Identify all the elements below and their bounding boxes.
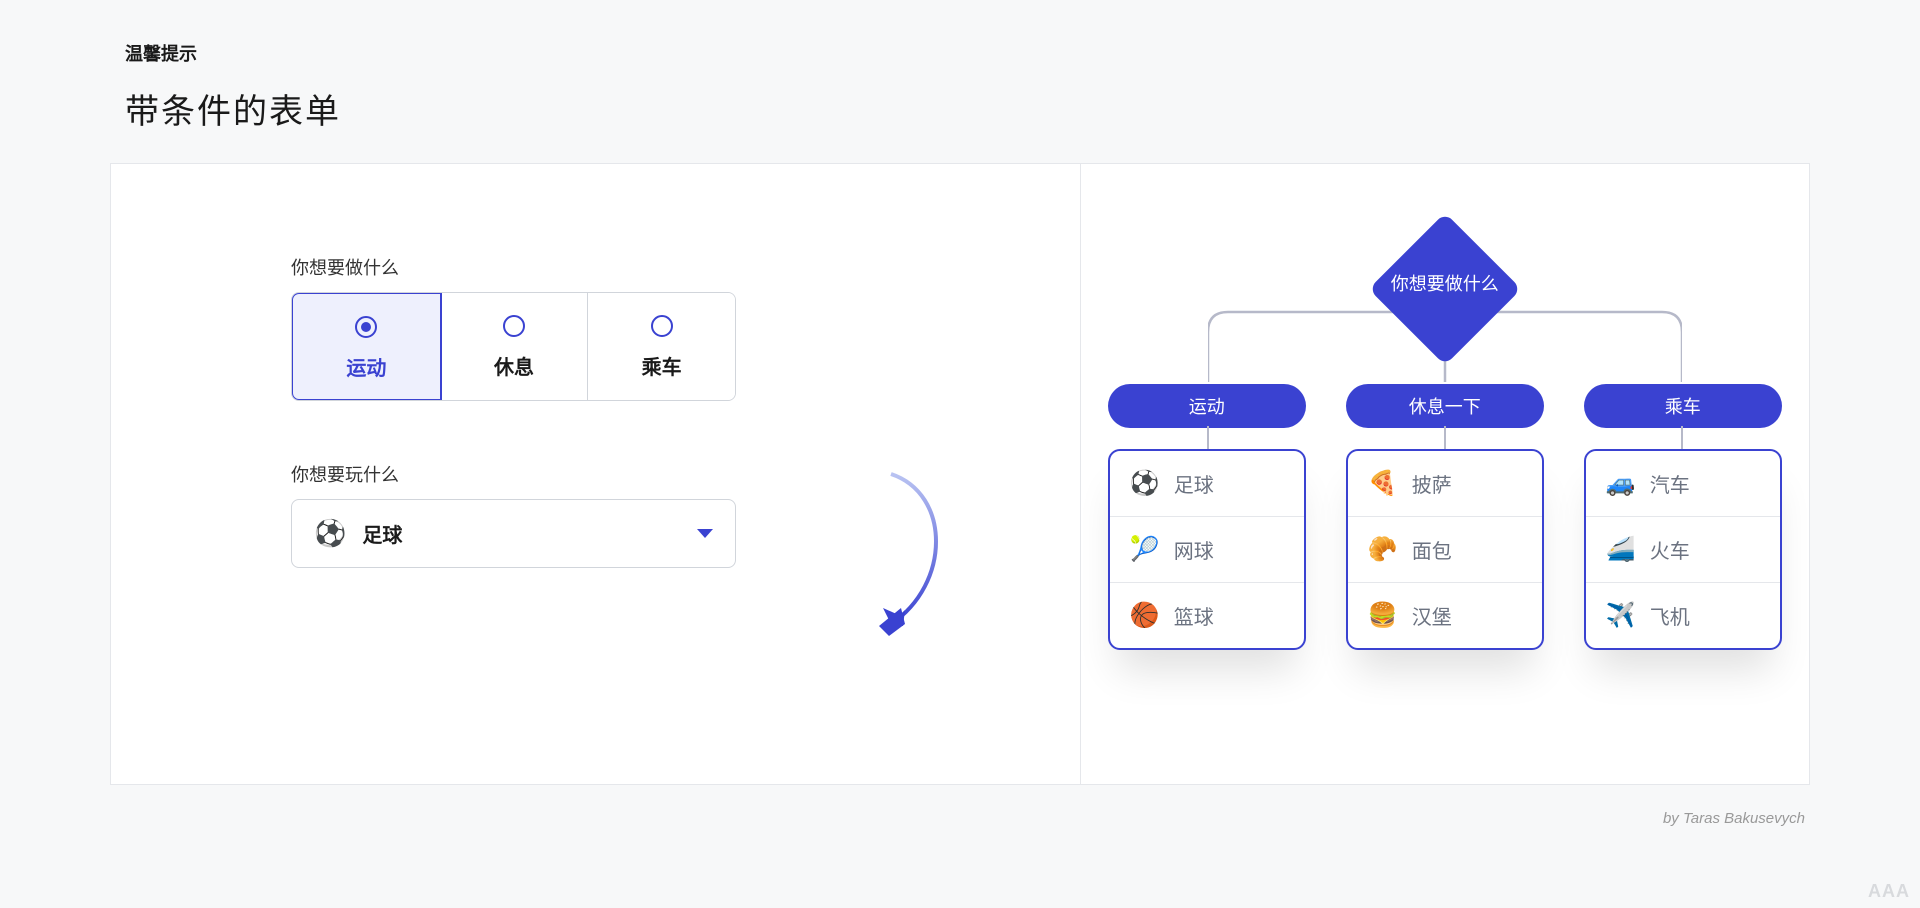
list-item: 🥐 面包 <box>1348 517 1542 583</box>
branch-chips: 运动 休息一下 乘车 <box>1108 384 1782 428</box>
chevron-down-icon <box>697 529 713 538</box>
car-icon: 🚙 <box>1606 469 1634 498</box>
list-item-label: 汽车 <box>1650 469 1690 498</box>
list-ride: 🚙 汽车 🚄 火车 ✈️ 飞机 <box>1584 449 1782 650</box>
list-sport: ⚽ 足球 🎾 网球 🏀 篮球 <box>1108 449 1306 650</box>
airplane-icon: ✈️ <box>1606 601 1634 630</box>
list-item: 🚄 火车 <box>1586 517 1780 583</box>
list-item-label: 披萨 <box>1412 469 1452 498</box>
radio-unselected-icon <box>651 315 673 337</box>
option-label: 乘车 <box>642 351 682 380</box>
list-item-label: 面包 <box>1412 535 1452 564</box>
list-item: ⚽ 足球 <box>1110 451 1304 517</box>
list-item-label: 汉堡 <box>1412 601 1452 630</box>
option-label: 运动 <box>346 352 386 381</box>
burger-icon: 🍔 <box>1368 601 1396 630</box>
list-item: 🍕 披萨 <box>1348 451 1542 517</box>
list-item: 🍔 汉堡 <box>1348 583 1542 648</box>
question-2-label: 你想要玩什么 <box>291 461 900 487</box>
list-item-label: 网球 <box>1174 535 1214 564</box>
arrow-curve-icon <box>871 464 961 644</box>
panels-container: 你想要做什么 运动 休息 乘车 <box>110 163 1810 785</box>
connector-line <box>1681 426 1684 451</box>
dropdown-value: 足球 <box>362 519 402 548</box>
basketball-icon: 🏀 <box>1130 601 1158 630</box>
diagram-root: 你想要做什么 <box>1370 214 1520 364</box>
list-rest: 🍕 披萨 🥐 面包 🍔 汉堡 <box>1346 449 1544 650</box>
list-item-label: 火车 <box>1650 535 1690 564</box>
diagram-root-text: 你想要做什么 <box>1370 270 1520 296</box>
branch-lists: ⚽ 足球 🎾 网球 🏀 篮球 🍕 披萨 <box>1108 449 1782 650</box>
chip-rest: 休息一下 <box>1346 384 1544 428</box>
list-item: ✈️ 飞机 <box>1586 583 1780 648</box>
list-item-label: 飞机 <box>1650 601 1690 630</box>
option-sport[interactable]: 运动 <box>291 292 442 401</box>
connector-line <box>1444 426 1447 451</box>
page-title: 带条件的表单 <box>125 84 1810 133</box>
soccer-icon: ⚽ <box>1130 469 1158 498</box>
connector-line <box>1207 426 1210 451</box>
panel-form: 你想要做什么 运动 休息 乘车 <box>111 164 1081 784</box>
option-ride[interactable]: 乘车 <box>588 293 735 400</box>
option-rest[interactable]: 休息 <box>441 293 589 400</box>
dropdown-play[interactable]: ⚽ 足球 <box>291 499 736 568</box>
chip-ride: 乘车 <box>1584 384 1782 428</box>
tennis-icon: 🎾 <box>1130 535 1158 564</box>
croissant-icon: 🥐 <box>1368 535 1396 564</box>
soccer-icon: ⚽ <box>314 518 346 549</box>
panel-diagram: 你想要做什么 运动 休息一下 乘车 ⚽ 足球 🎾 网球 <box>1081 164 1810 784</box>
question-1-label: 你想要做什么 <box>291 254 900 280</box>
list-item: 🎾 网球 <box>1110 517 1304 583</box>
list-item-label: 足球 <box>1174 469 1214 498</box>
option-label: 休息 <box>494 351 534 380</box>
list-item: 🏀 篮球 <box>1110 583 1304 648</box>
list-item-label: 篮球 <box>1174 601 1214 630</box>
train-icon: 🚄 <box>1606 535 1634 564</box>
radio-unselected-icon <box>503 315 525 337</box>
segmented-control: 运动 休息 乘车 <box>291 292 736 401</box>
list-item: 🚙 汽车 <box>1586 451 1780 517</box>
pizza-icon: 🍕 <box>1368 469 1396 498</box>
watermark: AAA <box>1868 881 1910 902</box>
chip-sport: 运动 <box>1108 384 1306 428</box>
radio-selected-icon <box>355 316 377 338</box>
header-tag: 温馨提示 <box>125 40 1810 66</box>
footer-credit: by Taras Bakusevych <box>110 810 1810 827</box>
